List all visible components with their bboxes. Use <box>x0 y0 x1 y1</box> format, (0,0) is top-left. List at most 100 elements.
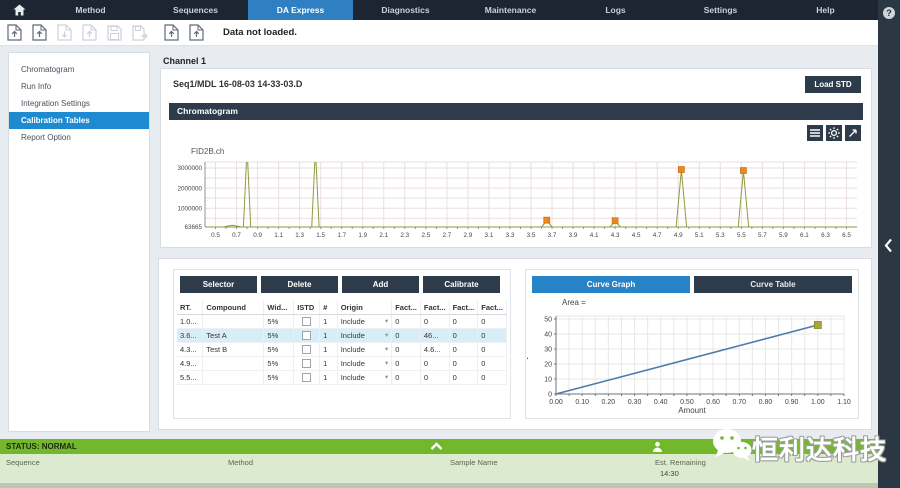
load-next-data-icon[interactable] <box>188 23 205 42</box>
tab-curve-graph[interactable]: Curve Graph <box>532 276 690 293</box>
table-row[interactable]: 4.9...5%1Include▾0000 <box>177 357 507 371</box>
status-text: STATUS: NORMAL <box>6 442 77 451</box>
sidebar-item-report-option[interactable]: Report Option <box>9 129 149 146</box>
factor-cell: 0 <box>449 343 478 357</box>
col-header-1: Compound <box>203 300 264 315</box>
selector-button[interactable]: Selector <box>180 276 257 293</box>
chart-menu-icon[interactable] <box>807 125 823 141</box>
istd-checkbox-cell[interactable] <box>294 315 320 329</box>
collapse-panel-icon[interactable] <box>884 238 893 253</box>
table-row[interactable]: 1.0...5%1Include▾0000 <box>177 315 507 329</box>
load-std-button[interactable]: Load STD <box>805 76 861 93</box>
toolbar: Data not loaded. <box>0 20 878 46</box>
svg-text:2.3: 2.3 <box>400 232 409 239</box>
watermark-text: 恒利达科技 <box>752 430 887 467</box>
istd-checkbox[interactable] <box>302 359 311 368</box>
istd-checkbox-cell[interactable] <box>294 343 320 357</box>
table-row[interactable]: 4.3...Test B5%1Include▾04.6...00 <box>177 343 507 357</box>
svg-text:0.00: 0.00 <box>549 399 563 406</box>
factor-cell: 0 <box>478 329 507 343</box>
tab-curve-table[interactable]: Curve Table <box>694 276 852 293</box>
cell <box>203 371 264 385</box>
load-data-set-icon[interactable] <box>31 23 48 42</box>
factor-cell: 46... <box>420 329 449 343</box>
svg-text:4.9: 4.9 <box>674 232 683 239</box>
add-button[interactable]: Add <box>342 276 419 293</box>
home-button[interactable] <box>0 0 38 20</box>
sidebar-item-run-info[interactable]: Run Info <box>9 78 149 95</box>
cell: 1.0... <box>177 315 203 329</box>
svg-text:2.9: 2.9 <box>464 232 473 239</box>
bottom-strip <box>0 483 878 488</box>
curve-x-axis-label: Amount <box>526 406 858 415</box>
chart-expand-icon[interactable] <box>845 125 861 141</box>
factor-cell: 0 <box>392 371 421 385</box>
col-header-8: Fact... <box>449 300 478 315</box>
origin-dropdown[interactable]: Include▾ <box>337 315 392 329</box>
sidebar-item-integration-settings[interactable]: Integration Settings <box>9 95 149 112</box>
istd-checkbox[interactable] <box>302 345 311 354</box>
cell: 1 <box>320 357 338 371</box>
tab-sequences[interactable]: Sequences <box>143 0 248 20</box>
data-file-name: Seq1/MDL 16-08-03 14-33-03.D <box>173 79 302 89</box>
calibration-curve-plot[interactable]: 010203040500.000.100.200.300.400.500.600… <box>528 308 856 408</box>
data-status-text: Data not loaded. <box>223 27 297 38</box>
calibrate-button[interactable]: Calibrate <box>423 276 500 293</box>
table-row[interactable]: 3.6...Test A5%1Include▾046...00 <box>177 329 507 343</box>
origin-dropdown[interactable]: Include▾ <box>337 357 392 371</box>
factor-cell: 0 <box>449 371 478 385</box>
tab-da-express[interactable]: DA Express <box>248 0 353 20</box>
svg-text:1.9: 1.9 <box>358 232 367 239</box>
factor-cell: 0 <box>420 371 449 385</box>
svg-text:0.70: 0.70 <box>732 399 746 406</box>
expand-status-chevron-icon[interactable] <box>430 442 443 451</box>
cell: 5% <box>264 371 294 385</box>
istd-checkbox[interactable] <box>302 317 311 326</box>
svg-text:4.7: 4.7 <box>653 232 662 239</box>
col-header-9: Fact... <box>478 300 507 315</box>
sidebar-item-chromatogram[interactable]: Chromatogram <box>9 61 149 78</box>
sidebar-item-calibration-tables[interactable]: Calibration Tables <box>9 112 149 129</box>
factor-cell: 0 <box>392 315 421 329</box>
svg-text:4.3: 4.3 <box>611 232 620 239</box>
svg-text:5.7: 5.7 <box>758 232 767 239</box>
calibration-buttons: SelectorDeleteAddCalibrate <box>180 276 504 293</box>
istd-checkbox[interactable] <box>302 373 311 382</box>
istd-checkbox-cell[interactable] <box>294 329 320 343</box>
origin-dropdown[interactable]: Include▾ <box>337 371 392 385</box>
chart-settings-gear-icon[interactable] <box>826 125 842 141</box>
svg-text:6.1: 6.1 <box>800 232 809 239</box>
svg-text:4.1: 4.1 <box>590 232 599 239</box>
tab-logs[interactable]: Logs <box>563 0 668 20</box>
factor-cell: 0 <box>420 315 449 329</box>
svg-text:0.50: 0.50 <box>680 399 694 406</box>
col-header-0: RT. <box>177 300 203 315</box>
svg-text:6.3: 6.3 <box>821 232 830 239</box>
tab-maintenance[interactable]: Maintenance <box>458 0 563 20</box>
user-icon[interactable] <box>652 441 663 452</box>
load-data-icon[interactable] <box>6 23 23 42</box>
factor-cell: 0 <box>449 315 478 329</box>
chromatogram-plot[interactable]: 636651000000200000030000000.50.70.91.11.… <box>169 157 865 243</box>
delete-button[interactable]: Delete <box>261 276 338 293</box>
table-row[interactable]: 5.5...5%1Include▾0000 <box>177 371 507 385</box>
svg-text:5.9: 5.9 <box>779 232 788 239</box>
svg-text:1.3: 1.3 <box>295 232 304 239</box>
tab-diagnostics[interactable]: Diagnostics <box>353 0 458 20</box>
istd-checkbox-cell[interactable] <box>294 371 320 385</box>
istd-checkbox-cell[interactable] <box>294 357 320 371</box>
tab-settings[interactable]: Settings <box>668 0 773 20</box>
origin-dropdown[interactable]: Include▾ <box>337 343 392 357</box>
factor-cell: 0 <box>449 329 478 343</box>
help-icon[interactable]: ? <box>883 7 895 19</box>
tab-help[interactable]: Help <box>773 0 878 20</box>
top-nav-bar: MethodSequencesDA ExpressDiagnosticsMain… <box>0 0 878 20</box>
save-data-icon <box>106 23 123 42</box>
istd-checkbox[interactable] <box>302 331 311 340</box>
cell: 5% <box>264 357 294 371</box>
load-previous-data-icon[interactable] <box>163 23 180 42</box>
svg-text:0.60: 0.60 <box>706 399 720 406</box>
tab-method[interactable]: Method <box>38 0 143 20</box>
col-header-3: ISTD <box>294 300 320 315</box>
origin-dropdown[interactable]: Include▾ <box>337 329 392 343</box>
